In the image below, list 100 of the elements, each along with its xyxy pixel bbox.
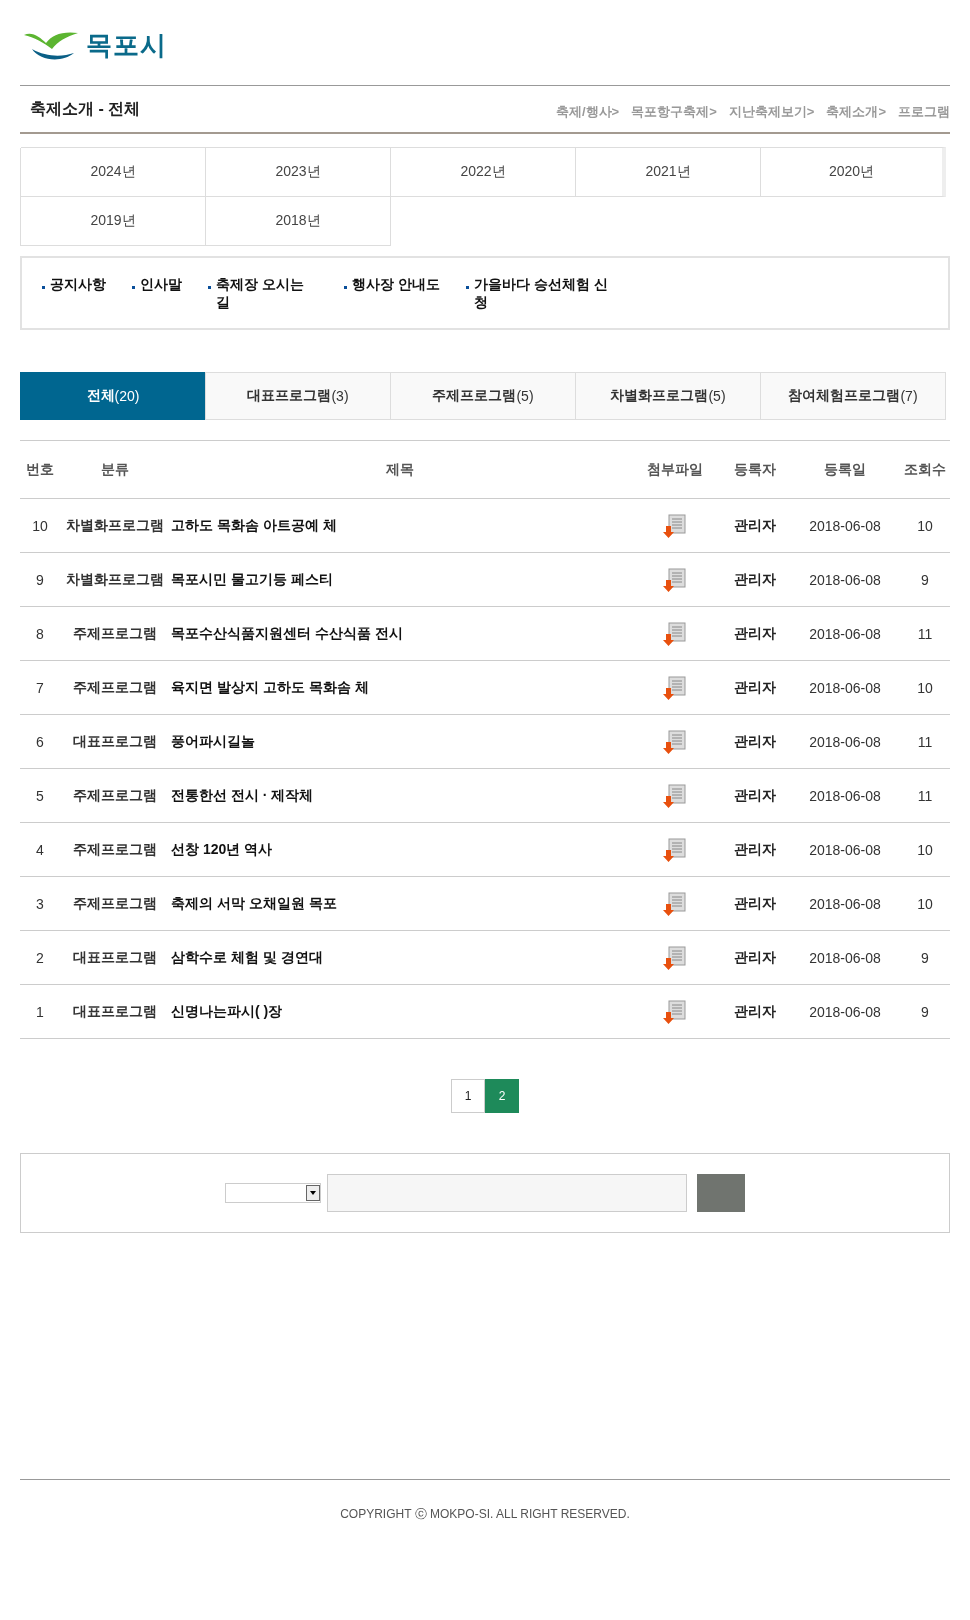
bullet-icon xyxy=(344,286,347,289)
title-link[interactable]: 목포시민 물고기등 페스티 xyxy=(170,552,630,607)
table-cell: 2 xyxy=(20,930,60,985)
table-cell: 2018-06-08 xyxy=(790,768,900,823)
table-cell: 대표프로그램 xyxy=(60,984,170,1039)
column-header: 분류 xyxy=(60,440,170,499)
table-cell: 4 xyxy=(20,822,60,877)
table-cell: 1 xyxy=(20,984,60,1039)
file-download-icon[interactable] xyxy=(663,675,687,700)
table-cell: 9 xyxy=(20,552,60,607)
table-cell: 5 xyxy=(20,768,60,823)
table-cell: 9 xyxy=(900,984,950,1039)
table-cell: 9 xyxy=(900,552,950,607)
column-header: 조회수 xyxy=(900,440,950,499)
title-link[interactable]: 목포수산식품지원센터 수산식품 전시 xyxy=(170,606,630,661)
menu-link[interactable]: 인사말 xyxy=(140,276,182,294)
title-link[interactable]: 풍어파시길놀 xyxy=(170,714,630,769)
table-cell: 주제프로그램 xyxy=(60,876,170,931)
table-cell: 관리자 xyxy=(720,660,790,715)
table-cell: 관리자 xyxy=(720,984,790,1039)
table-cell: 2018-06-08 xyxy=(790,660,900,715)
menu-link[interactable]: 행사장 안내도 xyxy=(352,276,440,294)
title-link[interactable]: 삼학수로 체험 및 경연대 xyxy=(170,930,630,985)
title-link[interactable]: 선창 120년 역사 xyxy=(170,822,630,877)
column-header: 등록일 xyxy=(790,440,900,499)
table-cell: 차별화프로그램 xyxy=(60,552,170,607)
file-download-icon[interactable] xyxy=(663,783,687,808)
table-cell: 2018-06-08 xyxy=(790,498,900,553)
table-cell: 10 xyxy=(900,498,950,553)
table-cell: 2018-06-08 xyxy=(790,876,900,931)
file-download-icon[interactable] xyxy=(663,513,687,538)
file-download-icon[interactable] xyxy=(663,891,687,916)
table-cell: 8 xyxy=(20,606,60,661)
copyright-text: COPYRIGHT ⓒ MOKPO-SI. ALL RIGHT RESERVED. xyxy=(340,1507,630,1521)
table-cell: 주제프로그램 xyxy=(60,660,170,715)
title-link[interactable]: 전통한선 전시 · 제작체 xyxy=(170,768,630,823)
category-tab[interactable]: 대표프로그램(3) xyxy=(205,372,391,420)
table-cell: 2018-06-08 xyxy=(790,714,900,769)
caret-icon xyxy=(306,1185,320,1201)
column-header: 등록자 xyxy=(720,440,790,499)
file-download-icon[interactable] xyxy=(663,945,687,970)
table-cell: 관리자 xyxy=(720,498,790,553)
title-link[interactable]: 신명나는파시( )장 xyxy=(170,984,630,1039)
year-tab[interactable]: 2020년 xyxy=(761,147,946,197)
table-cell: 관리자 xyxy=(720,768,790,823)
category-tab[interactable]: 참여체험프로그램(7) xyxy=(760,372,946,420)
table-cell: 7 xyxy=(20,660,60,715)
category-tab[interactable]: 주제프로그램(5) xyxy=(390,372,576,420)
table-cell: 2018-06-08 xyxy=(790,984,900,1039)
table-cell: 주제프로그램 xyxy=(60,606,170,661)
title-link[interactable]: 고하도 목화솜 아트공예 체 xyxy=(170,498,630,553)
category-tab[interactable]: 차별화프로그램(5) xyxy=(575,372,761,420)
file-download-icon[interactable] xyxy=(663,999,687,1024)
bullet-icon xyxy=(132,286,135,289)
category-tab[interactable]: 전체(20) xyxy=(20,372,206,420)
table-cell: 2018-06-08 xyxy=(790,606,900,661)
table-cell: 관리자 xyxy=(720,930,790,985)
year-tab[interactable]: 2019년 xyxy=(21,196,206,246)
table-cell: 주제프로그램 xyxy=(60,768,170,823)
menu-link[interactable]: 축제장 오시는 길 xyxy=(215,276,318,312)
bullet-icon xyxy=(208,286,211,289)
table-cell: 관리자 xyxy=(720,822,790,877)
table-cell: 9 xyxy=(900,930,950,985)
table-cell: 2018-06-08 xyxy=(790,822,900,877)
bullet-icon xyxy=(465,286,469,289)
year-tab[interactable]: 2023년 xyxy=(206,147,391,197)
table-cell: 10 xyxy=(20,498,60,553)
file-download-icon[interactable] xyxy=(663,567,687,592)
table-cell: 대표프로그램 xyxy=(60,714,170,769)
table-cell: 10 xyxy=(900,876,950,931)
table-cell: 6 xyxy=(20,714,60,769)
search-field[interactable] xyxy=(327,1174,687,1212)
year-tab[interactable]: 2021년 xyxy=(576,147,761,197)
table-cell: 관리자 xyxy=(720,876,790,931)
table-cell: 2018-06-08 xyxy=(790,930,900,985)
page-link[interactable]: 2 xyxy=(485,1079,519,1113)
table-cell: 11 xyxy=(900,714,950,769)
file-download-icon[interactable] xyxy=(663,729,687,754)
table-cell: 관리자 xyxy=(720,714,790,769)
title-link[interactable]: 축제의 서막 오채일원 목포 xyxy=(170,876,630,931)
logo-text: 목포시 xyxy=(86,29,167,62)
table-cell: 3 xyxy=(20,876,60,931)
table-cell: 주제프로그램 xyxy=(60,822,170,877)
year-tab[interactable]: 2022년 xyxy=(391,147,576,197)
table-cell: 10 xyxy=(900,822,950,877)
select-field[interactable] xyxy=(225,1183,321,1203)
file-download-icon[interactable] xyxy=(663,621,687,646)
bullet-icon xyxy=(42,286,45,289)
title-link[interactable]: 육지면 발상지 고하도 목화솜 체 xyxy=(170,660,630,715)
menu-link[interactable]: 공지사항 xyxy=(50,276,106,294)
column-header: 첨부파일 xyxy=(630,440,720,499)
menu-link[interactable]: 가을바다 승선체험 신청 xyxy=(473,276,616,312)
year-tab[interactable]: 2024년 xyxy=(21,147,206,197)
file-download-icon[interactable] xyxy=(663,837,687,862)
column-header: 번호 xyxy=(20,440,60,499)
page-link[interactable]: 1 xyxy=(451,1079,485,1113)
table-cell: 10 xyxy=(900,660,950,715)
table-cell: 차별화프로그램 xyxy=(60,498,170,553)
table-cell: 대표프로그램 xyxy=(60,930,170,985)
year-tab[interactable]: 2018년 xyxy=(206,196,391,246)
